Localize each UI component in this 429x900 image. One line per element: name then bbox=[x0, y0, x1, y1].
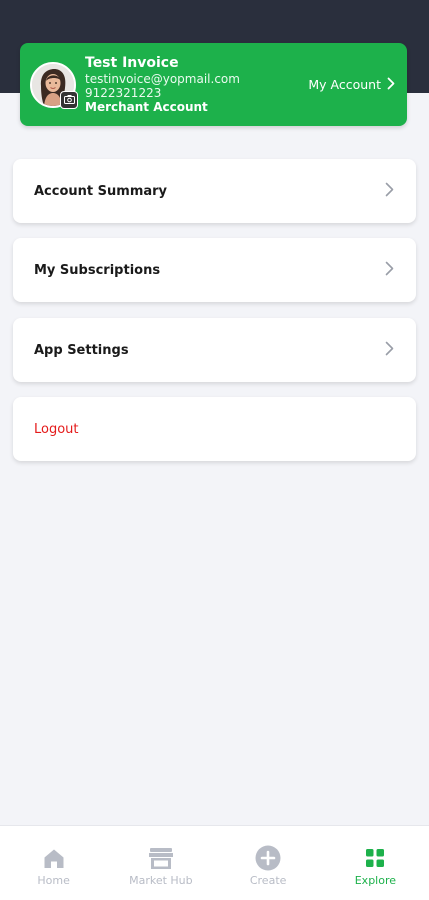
bottom-navigation: Home Market Hub Create Explore bbox=[0, 825, 429, 900]
logout-button[interactable]: Logout bbox=[13, 397, 416, 461]
chevron-right-icon bbox=[385, 341, 394, 360]
nav-explore[interactable]: Explore bbox=[322, 826, 429, 900]
my-account-link[interactable]: My Account bbox=[308, 77, 395, 93]
nav-label: Explore bbox=[354, 874, 397, 887]
nav-label: Home bbox=[37, 874, 70, 887]
camera-icon[interactable] bbox=[60, 90, 78, 109]
store-icon bbox=[148, 846, 174, 870]
chevron-right-icon bbox=[385, 182, 394, 201]
account-type: Merchant Account bbox=[85, 99, 208, 114]
nav-market-hub[interactable]: Market Hub bbox=[107, 826, 214, 900]
plus-circle-icon bbox=[255, 845, 281, 871]
chevron-right-icon bbox=[387, 77, 395, 93]
nav-label: Create bbox=[249, 874, 287, 887]
app-settings-item[interactable]: App Settings bbox=[13, 318, 416, 382]
profile-info: Test Invoice testinvoice@yopmail.com 912… bbox=[85, 55, 308, 114]
menu-item-label: App Settings bbox=[34, 342, 129, 358]
profile-phone: 9122321223 bbox=[85, 85, 162, 100]
menu-item-label: My Subscriptions bbox=[34, 262, 161, 278]
nav-home[interactable]: Home bbox=[0, 826, 107, 900]
grid-icon bbox=[365, 846, 385, 870]
nav-create[interactable]: Create bbox=[215, 826, 322, 900]
nav-label: Market Hub bbox=[129, 874, 193, 887]
menu-item-label: Account Summary bbox=[34, 183, 168, 199]
profile-card[interactable]: Test Invoice testinvoice@yopmail.com 912… bbox=[20, 43, 407, 126]
avatar-container[interactable] bbox=[30, 61, 78, 109]
profile-name: Test Invoice bbox=[85, 55, 179, 71]
profile-email: testinvoice@yopmail.com bbox=[85, 71, 240, 86]
my-subscriptions-item[interactable]: My Subscriptions bbox=[13, 238, 416, 302]
my-account-label: My Account bbox=[308, 77, 381, 92]
account-summary-item[interactable]: Account Summary bbox=[13, 159, 416, 223]
home-icon bbox=[43, 846, 65, 870]
chevron-right-icon bbox=[385, 261, 394, 280]
logout-label: Logout bbox=[34, 421, 79, 437]
